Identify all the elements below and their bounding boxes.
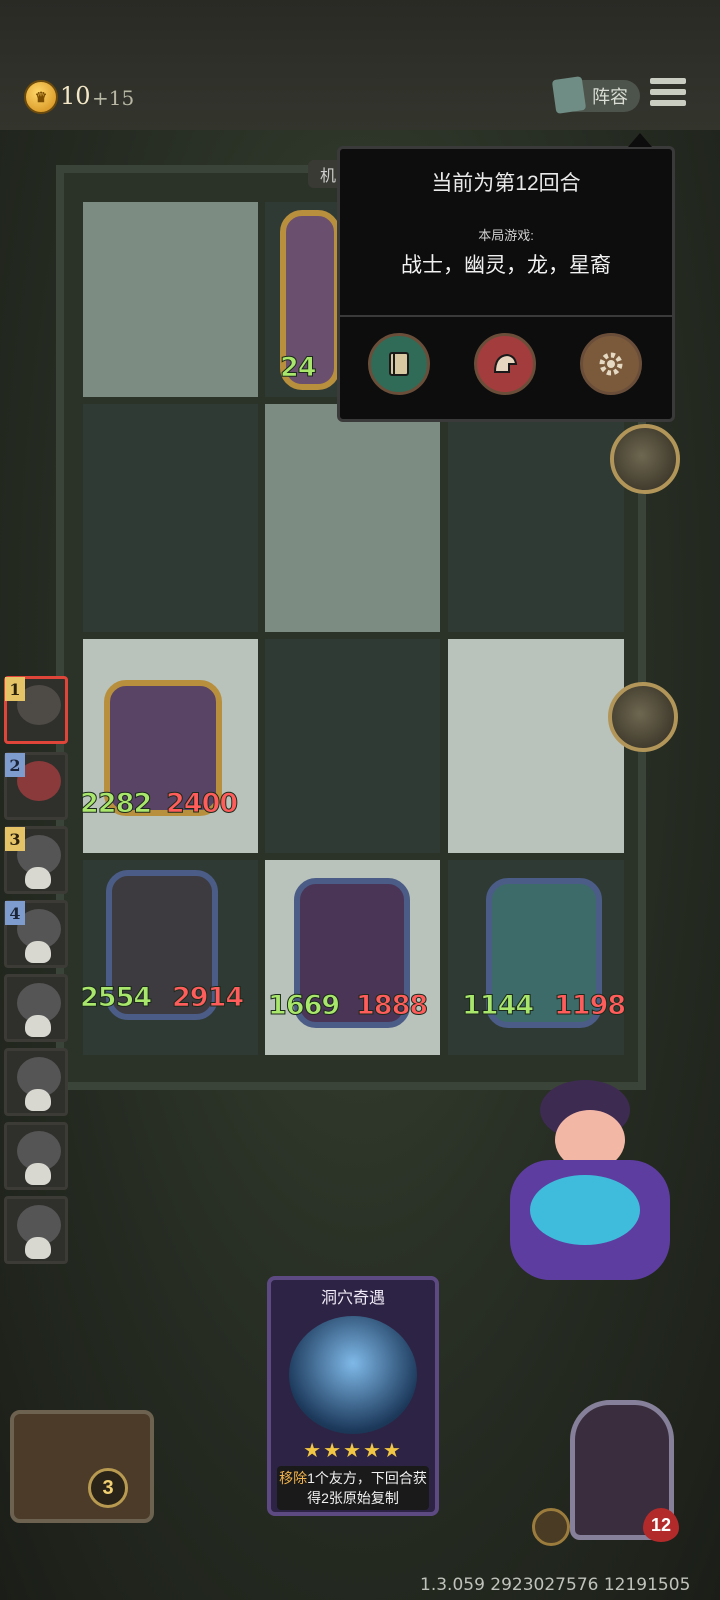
card-stars: ★★★★★ <box>303 1440 403 1462</box>
unit-attack: 24 <box>280 352 318 384</box>
divider <box>340 315 672 317</box>
card-title: 洞穴奇遇 <box>320 1290 385 1307</box>
hamburger-menu-icon[interactable] <box>650 78 686 112</box>
board-cell[interactable] <box>265 639 440 853</box>
game-info-popup: 当前为第12回合 本局游戏: 战士，幽灵，龙，星裔 <box>337 133 675 422</box>
roster-slot-1[interactable]: 1 <box>4 676 68 744</box>
roster-slot[interactable] <box>4 974 68 1042</box>
gold-income: +15 <box>92 86 135 110</box>
skull-icon <box>25 941 51 963</box>
spell-card[interactable]: 洞穴奇遇 ★★★★★ 移除1个友方，下回合获得2张原始复制 <box>267 1276 439 1516</box>
card-description-highlight: 移除 <box>279 1470 308 1486</box>
board-cell[interactable] <box>83 202 258 397</box>
tribes-text: 战士，幽灵，龙，星裔 <box>401 254 611 277</box>
unit-health: 1888 <box>355 990 428 1022</box>
gold-coin-icon: ♛ <box>24 80 58 114</box>
lineup-label: 阵容 <box>592 87 628 107</box>
this-game-label: 本局游戏: <box>478 228 534 243</box>
card-description-text: 1个友方，下回合获得2张原始复制 <box>307 1470 427 1506</box>
unit-health: 2400 <box>165 788 238 820</box>
skull-icon <box>25 1237 51 1259</box>
roster-slot-2[interactable]: 2 <box>4 752 68 820</box>
gold-amount: 10 <box>60 82 91 110</box>
settings-gear-icon[interactable] <box>580 333 642 395</box>
unit-card-dragon[interactable]: 2282 2400 <box>79 680 260 830</box>
skull-icon <box>25 867 51 889</box>
unit-health: 1198 <box>553 990 626 1022</box>
version-text: 1.3.059 2923027576 12191505 <box>420 1575 691 1595</box>
hero-health: 12 <box>643 1508 679 1542</box>
roster-slot-4[interactable]: 4 <box>4 900 68 968</box>
unit-attack: 2282 <box>79 788 152 820</box>
robot-pilot-character <box>500 1060 680 1290</box>
skull-icon <box>25 1163 51 1185</box>
unit-card-clown[interactable]: 1669 1888 <box>267 878 448 1038</box>
treasure-chest[interactable]: 3 <box>10 1410 154 1523</box>
book-icon[interactable] <box>368 333 430 395</box>
roster-slot[interactable] <box>4 1122 68 1190</box>
board-cell[interactable] <box>448 404 624 632</box>
pocket-watch-icon[interactable] <box>610 424 680 494</box>
roster-rank: 2 <box>5 753 25 777</box>
lineup-book-icon <box>551 76 587 114</box>
board-cell[interactable] <box>448 639 624 853</box>
unit-card-spirit[interactable]: 1144 1198 <box>461 878 642 1038</box>
hero-power-icon[interactable] <box>532 1508 570 1546</box>
skull-icon <box>25 1015 51 1037</box>
board-cell[interactable] <box>83 404 258 632</box>
card-description: 移除1个友方，下回合获得2张原始复制 <box>277 1466 429 1510</box>
round-text: 当前为第12回合 <box>431 172 581 195</box>
pocket-watch-icon[interactable] <box>608 682 678 752</box>
unit-health: 2914 <box>171 982 244 1014</box>
skull-icon <box>25 1089 51 1111</box>
roster-slot-3[interactable]: 3 <box>4 826 68 894</box>
helmet-icon[interactable] <box>474 333 536 395</box>
board-cell[interactable] <box>265 404 440 632</box>
unit-attack: 2554 <box>79 982 152 1014</box>
unit-card-top[interactable]: 24 <box>280 210 340 400</box>
lineup-button[interactable]: 阵容 <box>551 76 640 114</box>
roster-rank: 3 <box>5 827 25 851</box>
roster-rank: 1 <box>5 677 25 701</box>
roster-slot[interactable] <box>4 1196 68 1264</box>
unit-card-ghost-mage[interactable]: 2554 2914 <box>79 870 260 1030</box>
unit-attack: 1669 <box>267 990 340 1022</box>
card-art <box>289 1316 417 1434</box>
roster-slot[interactable] <box>4 1048 68 1116</box>
unit-attack: 1144 <box>461 990 534 1022</box>
roster-rank: 4 <box>5 901 25 925</box>
chest-count-badge: 3 <box>88 1468 128 1508</box>
